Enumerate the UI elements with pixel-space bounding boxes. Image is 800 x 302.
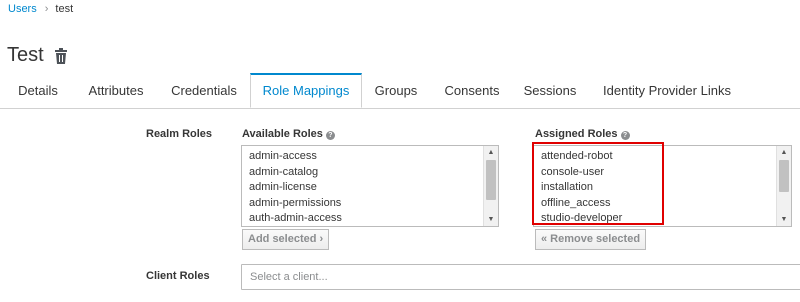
tab-bar: Details Attributes Credentials Role Mapp… <box>0 73 800 109</box>
realm-roles-label: Realm Roles <box>146 128 213 140</box>
title-row: Test <box>7 44 68 67</box>
assigned-role-option[interactable]: offline_access <box>534 196 791 212</box>
assigned-roles-list[interactable]: attended-robot console-user installation… <box>533 145 792 227</box>
scroll-down-arrow-icon[interactable]: ▼ <box>777 213 791 226</box>
tab-attributes[interactable]: Attributes <box>82 73 150 108</box>
tab-consents[interactable]: Consents <box>436 73 508 108</box>
assigned-role-option[interactable]: installation <box>534 180 791 196</box>
tab-credentials[interactable]: Credentials <box>162 73 246 108</box>
available-roles-heading-text: Available Roles <box>242 128 323 140</box>
remove-selected-button[interactable]: « Remove selected <box>535 229 647 250</box>
add-selected-button[interactable]: Add selected › <box>242 229 330 250</box>
scroll-thumb[interactable] <box>486 160 496 200</box>
available-roles-heading: Available Roles? <box>242 128 335 140</box>
available-role-option[interactable]: admin-license <box>242 180 498 196</box>
assigned-roles-heading-text: Assigned Roles <box>535 128 618 140</box>
tab-role-mappings[interactable]: Role Mappings <box>250 73 362 108</box>
breadcrumb-separator: › <box>44 3 49 15</box>
question-circle-icon[interactable]: ? <box>325 131 335 140</box>
tab-identity-provider-links[interactable]: Identity Provider Links <box>594 73 740 108</box>
breadcrumb: Users › test <box>8 3 73 15</box>
available-role-option[interactable]: admin-catalog <box>242 165 498 181</box>
page-title: Test <box>7 44 44 66</box>
available-role-option[interactable]: admin-permissions <box>242 196 498 212</box>
client-select[interactable]: Select a client... <box>241 264 800 290</box>
assigned-role-option[interactable]: console-user <box>534 165 791 181</box>
breadcrumb-users-link[interactable]: Users <box>8 3 37 15</box>
tab-groups[interactable]: Groups <box>366 73 426 108</box>
assigned-role-option[interactable]: attended-robot <box>534 149 791 165</box>
scroll-thumb[interactable] <box>779 160 789 192</box>
available-role-option[interactable]: admin-access <box>242 149 498 165</box>
trash-icon[interactable] <box>54 47 68 64</box>
available-roles-list[interactable]: admin-access admin-catalog admin-license… <box>241 145 499 227</box>
scroll-up-arrow-icon[interactable]: ▲ <box>484 146 498 159</box>
tab-details[interactable]: Details <box>8 73 68 108</box>
assigned-roles-heading: Assigned Roles? <box>535 128 630 140</box>
breadcrumb-current: test <box>55 3 74 15</box>
tab-sessions[interactable]: Sessions <box>516 73 584 108</box>
question-circle-icon[interactable]: ? <box>620 131 630 140</box>
client-roles-label: Client Roles <box>146 270 210 282</box>
available-roles-scrollbar[interactable]: ▲ ▼ <box>483 146 498 226</box>
available-role-option[interactable]: auth-admin-access <box>242 211 498 226</box>
assigned-role-option[interactable]: studio-developer <box>534 211 791 226</box>
assigned-roles-scrollbar[interactable]: ▲ ▼ <box>776 146 791 226</box>
scroll-down-arrow-icon[interactable]: ▼ <box>484 213 498 226</box>
scroll-up-arrow-icon[interactable]: ▲ <box>777 146 791 159</box>
